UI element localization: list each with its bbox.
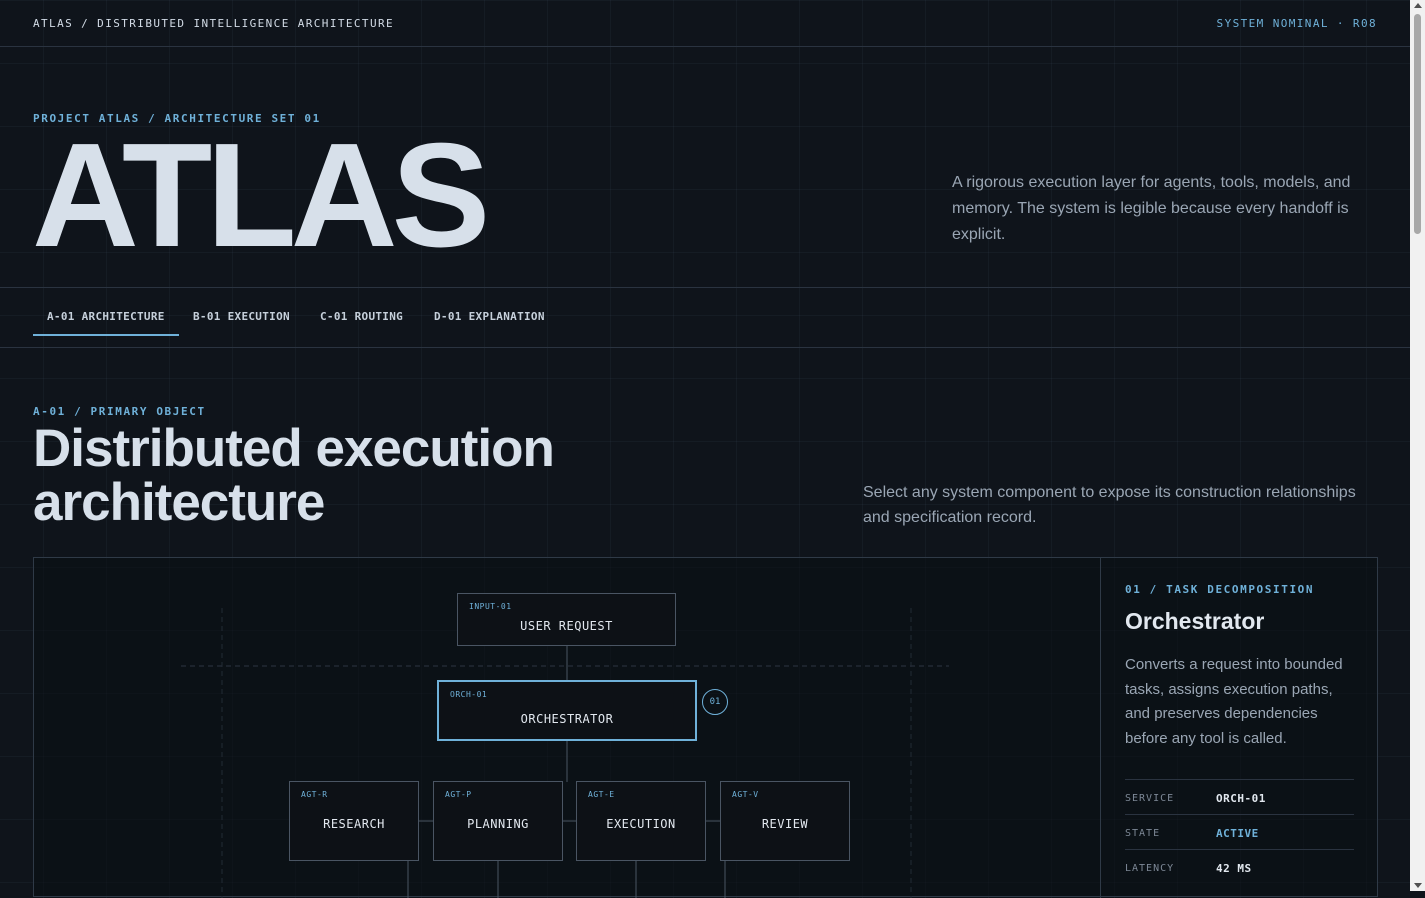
- node-research[interactable]: AGT-R RESEARCH: [289, 781, 419, 861]
- section-title: Distributed execution architecture: [33, 419, 555, 532]
- step-badge: 01: [702, 689, 728, 715]
- spec-row-service: SERVICE ORCH-01: [1125, 779, 1354, 814]
- node-label: EXECUTION: [606, 817, 676, 831]
- tab-architecture[interactable]: A-01 ARCHITECTURE: [33, 310, 179, 336]
- architecture-panel: INPUT-01 USER REQUEST ORCH-01 ORCHESTRAT…: [33, 557, 1379, 898]
- spec-key: STATE: [1125, 828, 1161, 839]
- architecture-diagram: INPUT-01 USER REQUEST ORCH-01 ORCHESTRAT…: [34, 558, 1100, 898]
- section-title-line2: architecture: [33, 473, 325, 532]
- node-label: REVIEW: [761, 817, 809, 831]
- node-label: ORCHESTRATOR: [520, 712, 614, 726]
- node-code: ORCH-01: [450, 690, 488, 699]
- app-title: ATLAS / DISTRIBUTED INTELLIGENCE ARCHITE…: [33, 17, 395, 30]
- scroll-down-icon[interactable]: [1414, 883, 1422, 888]
- node-code: AGT-R: [301, 790, 328, 799]
- spec-key: SERVICE: [1125, 793, 1175, 804]
- section-title-line1: Distributed execution: [33, 419, 555, 478]
- top-bar: ATLAS / DISTRIBUTED INTELLIGENCE ARCHITE…: [0, 0, 1410, 47]
- node-label: PLANNING: [467, 817, 529, 831]
- tab-routing[interactable]: C-01 ROUTING: [320, 310, 403, 323]
- node-code: AGT-V: [732, 790, 759, 799]
- node-label: RESEARCH: [323, 817, 385, 831]
- spec-value: ACTIVE: [1216, 827, 1259, 840]
- scroll-up-icon[interactable]: [1414, 3, 1422, 8]
- spec-value: 42 MS: [1216, 862, 1252, 875]
- hero-description: A rigorous execution layer for agents, t…: [952, 174, 1351, 243]
- hero-title: ATLAS: [32, 113, 490, 278]
- node-code: INPUT-01: [469, 602, 512, 611]
- detail-name: Orchestrator: [1125, 608, 1265, 634]
- spec-key: LATENCY: [1125, 863, 1175, 874]
- node-execution[interactable]: AGT-E EXECUTION: [576, 781, 706, 861]
- page-scrollbar[interactable]: [1410, 0, 1425, 891]
- node-code: AGT-P: [445, 790, 472, 799]
- node-orchestrator[interactable]: ORCH-01 ORCHESTRATOR: [437, 680, 697, 741]
- tab-execution[interactable]: B-01 EXECUTION: [193, 310, 290, 323]
- node-planning[interactable]: AGT-P PLANNING: [433, 781, 563, 861]
- node-user-request[interactable]: INPUT-01 USER REQUEST: [457, 593, 676, 646]
- node-label: USER REQUEST: [520, 619, 613, 633]
- detail-panel: 01 / TASK DECOMPOSITION Orchestrator Con…: [1100, 558, 1379, 898]
- section-description: Select any system component to expose it…: [863, 484, 1356, 526]
- node-review[interactable]: AGT-V REVIEW: [720, 781, 850, 861]
- spec-row-state: STATE ACTIVE: [1125, 814, 1354, 849]
- system-status: SYSTEM NOMINAL · R08: [1216, 17, 1377, 30]
- node-code: AGT-E: [588, 790, 615, 799]
- spec-value: ORCH-01: [1216, 792, 1266, 805]
- scroll-thumb[interactable]: [1414, 14, 1421, 234]
- spec-row-latency: LATENCY 42 MS: [1125, 849, 1354, 884]
- tab-explanation[interactable]: D-01 EXPLANATION: [434, 310, 545, 323]
- section-eyebrow: A-01 / PRIMARY OBJECT: [33, 405, 206, 418]
- detail-description: Converts a request into bounded tasks, a…: [1125, 656, 1343, 747]
- section-tabs: A-01 ARCHITECTURE B-01 EXECUTION C-01 RO…: [0, 287, 1410, 348]
- detail-eyebrow: 01 / TASK DECOMPOSITION: [1125, 583, 1315, 596]
